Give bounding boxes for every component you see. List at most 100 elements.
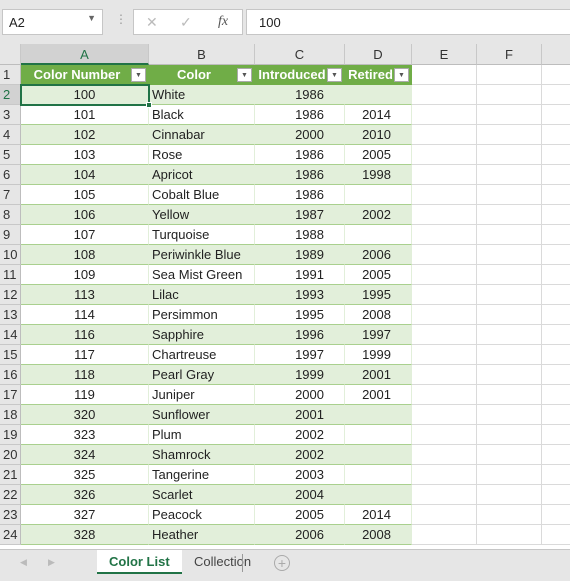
table-cell[interactable]: 1996: [255, 325, 345, 345]
row-header[interactable]: 19: [0, 425, 21, 445]
cell[interactable]: [477, 385, 542, 405]
cell[interactable]: [412, 125, 477, 145]
table-cell[interactable]: Sunflower: [149, 405, 255, 425]
cell[interactable]: [542, 305, 570, 325]
table-cell[interactable]: [345, 425, 412, 445]
cell[interactable]: [412, 305, 477, 325]
row-header[interactable]: 23: [0, 505, 21, 525]
cell[interactable]: [412, 325, 477, 345]
table-cell[interactable]: 101: [21, 105, 149, 125]
row-header[interactable]: 10: [0, 245, 21, 265]
cell[interactable]: [542, 65, 570, 85]
cell[interactable]: [412, 225, 477, 245]
cell[interactable]: [477, 425, 542, 445]
cell[interactable]: [412, 105, 477, 125]
name-box[interactable]: A2 ▼: [2, 9, 103, 35]
cell[interactable]: [412, 65, 477, 85]
table-cell[interactable]: Juniper: [149, 385, 255, 405]
table-cell[interactable]: 2008: [345, 305, 412, 325]
column-header-b[interactable]: B: [149, 44, 255, 65]
table-cell[interactable]: 1995: [255, 305, 345, 325]
scroll-left-icon[interactable]: ◀: [20, 557, 27, 568]
cell[interactable]: [412, 385, 477, 405]
cell[interactable]: [477, 345, 542, 365]
table-cell[interactable]: 327: [21, 505, 149, 525]
cell[interactable]: [412, 85, 477, 105]
cell[interactable]: [477, 105, 542, 125]
filter-dropdown-icon[interactable]: ▼: [237, 68, 252, 82]
filter-dropdown-icon[interactable]: ▼: [131, 68, 146, 82]
cell[interactable]: [542, 145, 570, 165]
table-cell[interactable]: 2000: [255, 385, 345, 405]
table-cell[interactable]: Rose: [149, 145, 255, 165]
cell[interactable]: [542, 85, 570, 105]
table-cell[interactable]: 102: [21, 125, 149, 145]
table-cell[interactable]: Pearl Gray: [149, 365, 255, 385]
enter-icon[interactable]: ✓: [180, 14, 192, 31]
cell[interactable]: [477, 145, 542, 165]
cell[interactable]: [477, 325, 542, 345]
cell[interactable]: [542, 285, 570, 305]
cell[interactable]: [542, 325, 570, 345]
chevron-down-icon[interactable]: ▼: [87, 13, 96, 23]
table-cell[interactable]: 1988: [255, 225, 345, 245]
table-cell[interactable]: 108: [21, 245, 149, 265]
filter-dropdown-icon[interactable]: ▼: [394, 68, 409, 82]
cell[interactable]: [412, 265, 477, 285]
table-cell[interactable]: 1998: [345, 165, 412, 185]
row-header[interactable]: 7: [0, 185, 21, 205]
table-cell[interactable]: 2006: [345, 245, 412, 265]
column-header-c[interactable]: C: [255, 44, 345, 65]
add-sheet-icon[interactable]: +: [274, 555, 290, 571]
row-header[interactable]: 16: [0, 365, 21, 385]
row-header[interactable]: 5: [0, 145, 21, 165]
row-header[interactable]: 11: [0, 265, 21, 285]
cell[interactable]: [477, 465, 542, 485]
formula-input[interactable]: 100: [246, 9, 570, 35]
table-cell[interactable]: 328: [21, 525, 149, 545]
table-cell[interactable]: 2002: [345, 205, 412, 225]
table-cell[interactable]: 2010: [345, 125, 412, 145]
cell[interactable]: [477, 205, 542, 225]
cell[interactable]: [412, 165, 477, 185]
scroll-right-icon[interactable]: ▶: [48, 557, 55, 568]
cell[interactable]: [477, 265, 542, 285]
table-cell[interactable]: Cobalt Blue: [149, 185, 255, 205]
cell[interactable]: [412, 485, 477, 505]
table-cell[interactable]: 2005: [345, 145, 412, 165]
table-cell[interactable]: 2014: [345, 105, 412, 125]
cell[interactable]: [477, 445, 542, 465]
insert-function-icon[interactable]: fx: [218, 14, 228, 30]
table-cell[interactable]: 2006: [255, 525, 345, 545]
table-cell[interactable]: 2005: [255, 505, 345, 525]
cell[interactable]: [542, 505, 570, 525]
table-cell[interactable]: [345, 85, 412, 105]
table-cell[interactable]: Sea Mist Green: [149, 265, 255, 285]
cell[interactable]: [412, 145, 477, 165]
table-cell[interactable]: 104: [21, 165, 149, 185]
table-cell[interactable]: [345, 185, 412, 205]
table-cell[interactable]: 1993: [255, 285, 345, 305]
cell[interactable]: [542, 225, 570, 245]
cell[interactable]: [477, 65, 542, 85]
table-cell[interactable]: 1995: [345, 285, 412, 305]
table-cell[interactable]: 1989: [255, 245, 345, 265]
cell[interactable]: [542, 345, 570, 365]
table-cell[interactable]: 2002: [255, 425, 345, 445]
table-cell[interactable]: 2000: [255, 125, 345, 145]
table-cell[interactable]: [345, 225, 412, 245]
table-cell[interactable]: Lilac: [149, 285, 255, 305]
cell[interactable]: [542, 185, 570, 205]
column-header-g[interactable]: [542, 44, 570, 65]
table-cell[interactable]: 320: [21, 405, 149, 425]
row-header[interactable]: 22: [0, 485, 21, 505]
table-cell[interactable]: 1986: [255, 85, 345, 105]
table-header-color-number[interactable]: Color Number ▼: [21, 65, 149, 85]
cell[interactable]: [542, 205, 570, 225]
row-header[interactable]: 13: [0, 305, 21, 325]
row-header[interactable]: 17: [0, 385, 21, 405]
cell[interactable]: [542, 165, 570, 185]
cell[interactable]: [477, 185, 542, 205]
table-cell[interactable]: 2001: [345, 365, 412, 385]
table-cell[interactable]: 2008: [345, 525, 412, 545]
